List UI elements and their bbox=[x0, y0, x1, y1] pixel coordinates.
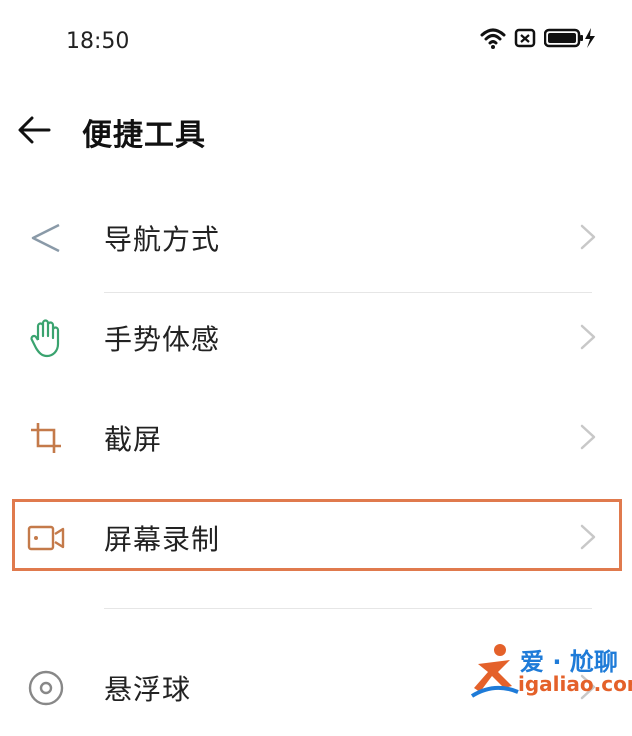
list-item-label: 手势体感 bbox=[104, 323, 221, 356]
no-sim-icon bbox=[514, 27, 536, 53]
list-item-screenshot[interactable]: 截屏 bbox=[0, 386, 632, 486]
divider bbox=[104, 608, 592, 609]
chevron-right-icon bbox=[580, 324, 596, 350]
status-icons bbox=[480, 27, 598, 53]
back-button[interactable] bbox=[14, 110, 54, 150]
chevron-right-icon bbox=[580, 524, 596, 550]
back-arrow-icon bbox=[18, 116, 51, 144]
page-header: 便捷工具 bbox=[0, 100, 632, 164]
list-item-navigation[interactable]: 导航方式 bbox=[0, 186, 632, 286]
list-item-label: 导航方式 bbox=[104, 223, 221, 256]
chevron-right-icon bbox=[580, 424, 596, 450]
watermark-logo-icon bbox=[470, 644, 519, 698]
list-item-screen-record[interactable]: 屏幕录制 bbox=[0, 486, 632, 586]
status-bar: 18:50 bbox=[0, 0, 632, 80]
crop-screenshot-icon bbox=[24, 416, 68, 460]
watermark: 爱 · 尬聊 igaliao.com bbox=[470, 640, 632, 702]
navigation-icon bbox=[24, 216, 68, 260]
page-title: 便捷工具 bbox=[82, 118, 206, 153]
list-item-label: 截屏 bbox=[104, 423, 163, 456]
list-item-label: 屏幕录制 bbox=[104, 523, 221, 556]
list-item-label: 悬浮球 bbox=[104, 673, 192, 706]
watermark-url: igaliao.com bbox=[518, 672, 632, 696]
list-item-gesture[interactable]: 手势体感 bbox=[0, 286, 632, 386]
screen-record-icon bbox=[24, 516, 68, 560]
hand-gesture-icon bbox=[24, 316, 68, 360]
status-time: 18:50 bbox=[66, 29, 130, 54]
battery-charging-icon bbox=[543, 27, 598, 53]
chevron-right-icon bbox=[580, 224, 596, 250]
wifi-icon bbox=[480, 27, 506, 53]
floating-ball-icon bbox=[24, 666, 68, 710]
